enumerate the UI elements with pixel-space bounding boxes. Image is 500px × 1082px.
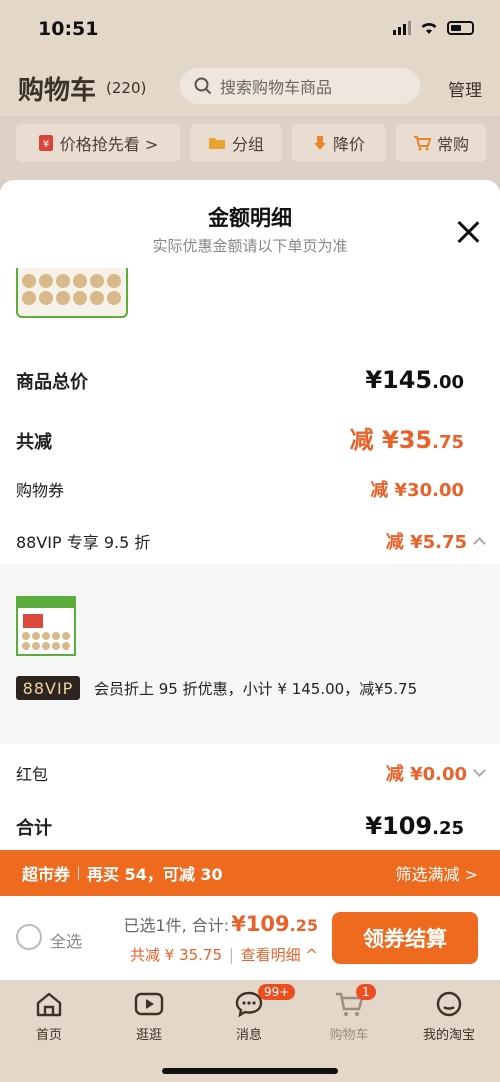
promo-separator (78, 866, 80, 880)
wifi-icon (421, 23, 437, 34)
status-icons (393, 20, 474, 35)
promo-bar[interactable]: 超市券 再买 54，可减 30 筛选满减 > (0, 850, 500, 896)
filter-label: 价格抢先看 > (59, 135, 159, 154)
sheet-subtitle: 实际优惠金额请以下单页为准 (152, 237, 348, 255)
tab-label: 逛逛 (135, 1028, 162, 1043)
video-icon (134, 990, 164, 1018)
cart-count: (220) (106, 79, 147, 97)
select-all-label[interactable]: 全选 (50, 928, 82, 952)
tab-label: 购物车 (329, 1028, 369, 1043)
product-thumbnail (16, 268, 128, 318)
tab-messages[interactable]: 消息 99+ (214, 984, 296, 1043)
sum-amount: ¥109.25 (365, 812, 464, 840)
redpack-label: 红包 (16, 765, 49, 784)
checkout-bar: 全选 已选1件, 合计: ¥109.25 共减 ¥ 35.75 | 查看明细 ^… (0, 896, 500, 980)
chevron-down-icon (473, 763, 486, 777)
tab-label: 消息 (235, 1028, 262, 1043)
sum-int: ¥109 (365, 812, 433, 840)
selected-summary: 已选1件, 合计: ¥109.25 (123, 912, 318, 936)
filter-label: 常购 (436, 135, 469, 154)
reduce-label: 共减 (16, 432, 52, 453)
close-icon[interactable] (456, 220, 480, 244)
amount-detail-sheet: 金额明细 实际优惠金额请以下单页为准 商品总价 ¥145.00 共减 减 ¥35… (0, 180, 500, 850)
cart-badge: 1 (356, 984, 376, 1000)
promo-filter-link[interactable]: 筛选满减 > (396, 861, 479, 885)
vip-detail-panel: 88VIP 会员折上 95 折优惠，小计 ¥ 145.00，减¥5.75 (0, 564, 500, 744)
total-dec: .00 (432, 372, 464, 393)
total-amount: ¥145.00 (365, 366, 464, 394)
manage-button[interactable]: 管理 (448, 76, 482, 101)
filter-frequent[interactable]: 常购 (396, 124, 486, 162)
vip-label: 88VIP 专享 9.5 折 (16, 533, 151, 552)
signal-icon (393, 20, 411, 35)
search-icon (194, 77, 212, 95)
saved-text: 共减 ¥ 35.75 (130, 946, 223, 964)
svg-text:¥: ¥ (43, 139, 49, 150)
checkout-price-int: ¥109 (231, 912, 290, 936)
sum-dec: .25 (432, 818, 464, 839)
chevron-up-icon (473, 536, 486, 550)
price-tag-icon: ¥ (38, 135, 53, 151)
redpack-amount: 减 ¥0.00 (385, 764, 467, 785)
selected-text: 已选1件, 合计: (123, 916, 230, 935)
status-bar: 10:51 (0, 0, 500, 58)
reduce-int: 减 ¥35 (349, 426, 433, 454)
profile-icon (434, 990, 464, 1018)
promo-text: 再买 54，可减 30 (87, 865, 223, 884)
home-indicator (162, 1068, 338, 1074)
tab-label: 我的淘宝 (422, 1028, 475, 1043)
filter-label: 分组 (231, 135, 264, 154)
total-int: ¥145 (365, 366, 433, 394)
filter-price-preview[interactable]: ¥ 价格抢先看 > (16, 124, 180, 162)
vip-detail-text: 会员折上 95 折优惠，小计 ¥ 145.00，减¥5.75 (94, 680, 418, 698)
tab-profile[interactable]: 我的淘宝 (414, 990, 484, 1043)
reduce-dec: .75 (432, 432, 464, 453)
tab-label: 首页 (35, 1028, 62, 1043)
saved-summary: 共减 ¥ 35.75 | 查看明细 ^ (130, 946, 318, 964)
checkout-price: ¥109.25 (231, 912, 318, 936)
coupon-amount: 减 ¥30.00 (370, 480, 464, 501)
vip-badge: 88VIP (16, 676, 80, 700)
filter-label: 降价 (332, 135, 365, 154)
select-all-checkbox[interactable] (16, 924, 42, 950)
message-badge: 99+ (258, 984, 296, 1000)
vip-amount: 减 ¥5.75 (385, 532, 467, 553)
view-detail-link[interactable]: 查看明细 ^ (241, 946, 318, 964)
cart-icon (413, 136, 431, 151)
filter-bar: ¥ 价格抢先看 > 分组 降价 常购 (0, 116, 500, 180)
tab-home[interactable]: 首页 (14, 990, 84, 1043)
sheet-title: 金额明细 (208, 206, 292, 230)
reduce-amount: 减 ¥35.75 (350, 420, 464, 455)
home-icon (34, 990, 64, 1018)
promo-tag: 超市券 (22, 865, 71, 884)
tab-cart[interactable]: 购物车 1 (314, 984, 384, 1043)
row-reduce: 共减 减 ¥35.75 (16, 420, 464, 455)
row-coupon: 购物券 减 ¥30.00 (16, 476, 464, 502)
filter-group[interactable]: 分组 (190, 124, 282, 162)
sum-label: 合计 (16, 818, 52, 839)
checkout-button[interactable]: 领券结算 (332, 912, 478, 964)
filter-price-drop[interactable]: 降价 (292, 124, 386, 162)
status-time: 10:51 (38, 18, 99, 40)
page-title: 购物车 (18, 76, 97, 106)
row-sum: 合计 ¥109.25 (16, 812, 464, 840)
battery-icon (447, 20, 474, 35)
search-input[interactable]: 搜索购物车商品 (180, 68, 420, 104)
tab-browse[interactable]: 逛逛 (114, 990, 184, 1043)
row-total: 商品总价 ¥145.00 (16, 366, 464, 394)
arrow-down-icon (313, 136, 326, 150)
folder-icon (208, 138, 225, 149)
coupon-label: 购物券 (16, 481, 65, 500)
checkout-price-dec: .25 (289, 916, 318, 935)
tab-bar: 首页 逛逛 消息 99+ 购物车 1 我的淘宝 (0, 980, 500, 1082)
row-vip[interactable]: 88VIP 专享 9.5 折 减 ¥5.75 (16, 528, 486, 554)
row-redpack[interactable]: 红包 减 ¥0.00 (16, 760, 486, 786)
cart-header: 购物车 (220) 搜索购物车商品 管理 (0, 58, 500, 116)
search-placeholder: 搜索购物车商品 (220, 78, 333, 97)
product-thumbnail (16, 596, 76, 656)
total-label: 商品总价 (16, 372, 88, 393)
